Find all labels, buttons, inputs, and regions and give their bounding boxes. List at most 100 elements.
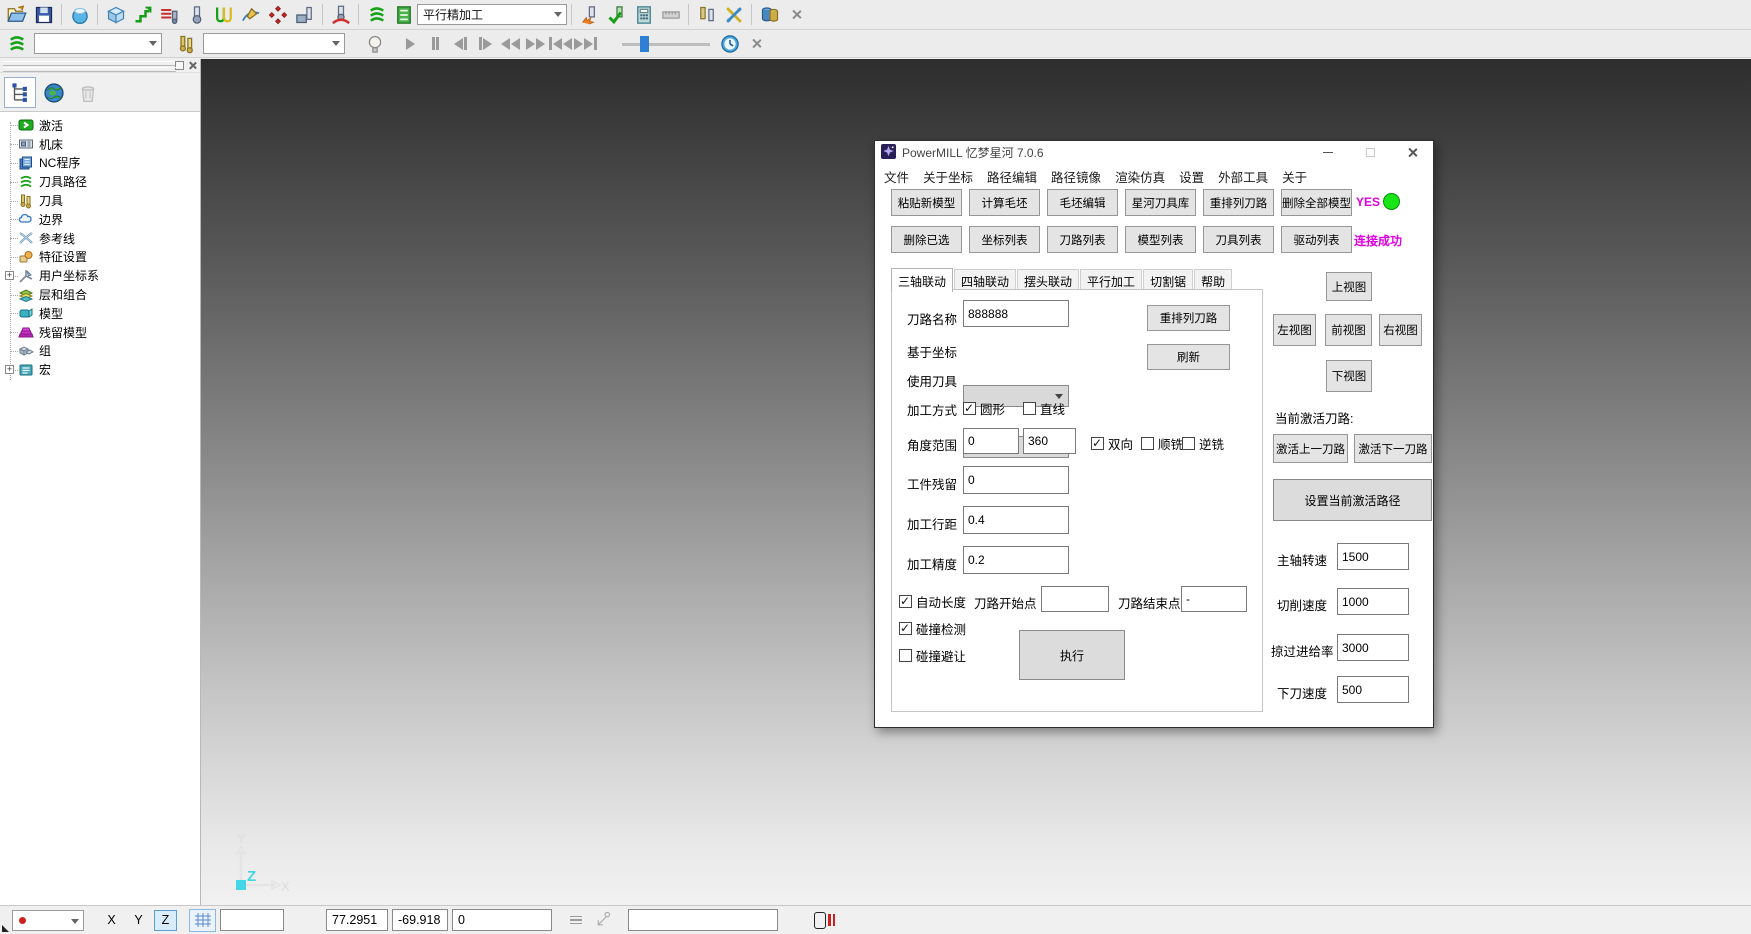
cursor-z-field[interactable]: 0	[452, 909, 552, 931]
conventional-checkbox[interactable]: 逆铣	[1182, 434, 1224, 453]
tool-pair-icon[interactable]	[693, 2, 720, 27]
tree-item-feature-set[interactable]: 特征设置	[0, 248, 200, 267]
angle-start-input[interactable]	[963, 428, 1019, 454]
cylinders-icon[interactable]	[756, 2, 783, 27]
coord-list-button[interactable]: 坐标列表	[969, 226, 1040, 253]
checkbox-icon[interactable]	[1182, 437, 1195, 450]
cross-arrows-icon[interactable]	[720, 2, 747, 27]
leads-icon[interactable]	[210, 2, 237, 27]
axis-y-button[interactable]: Y	[127, 910, 150, 931]
tree-item-boundary[interactable]: 边界	[0, 210, 200, 229]
cutting-feed-input[interactable]	[1337, 588, 1409, 615]
panel-float-icon[interactable]	[175, 61, 184, 70]
pause-icon[interactable]	[423, 32, 448, 55]
angle-end-input[interactable]	[1023, 428, 1076, 454]
tolerance-input[interactable]	[963, 546, 1069, 574]
expand-icon[interactable]	[5, 365, 14, 374]
checkbox-icon[interactable]	[1023, 402, 1036, 415]
checkbox-checked-icon[interactable]	[963, 402, 976, 415]
tree-item-ucs[interactable]: 用户坐标系	[0, 266, 200, 285]
checkbox-icon[interactable]	[899, 649, 912, 662]
panel-grip[interactable]	[0, 59, 200, 73]
checkbox-icon[interactable]	[1141, 437, 1154, 450]
jump-start-icon[interactable]	[548, 32, 573, 55]
view-right-button[interactable]: 右视图	[1379, 314, 1422, 346]
close-icon[interactable]	[743, 31, 770, 56]
tool-ball-icon[interactable]	[183, 2, 210, 27]
tree-item-stock-model[interactable]: 残留模型	[0, 323, 200, 342]
strategy-book-icon[interactable]	[390, 2, 417, 27]
view-left-button[interactable]: 左视图	[1273, 314, 1316, 346]
tree-item-group[interactable]: 组	[0, 342, 200, 361]
execute-button[interactable]: 执行	[1019, 630, 1125, 680]
tool-star-icon[interactable]	[576, 2, 603, 27]
tool-combobox[interactable]	[203, 33, 345, 54]
toolpath-s-icon[interactable]	[3, 31, 30, 56]
climb-checkbox[interactable]: 顺铣	[1141, 434, 1183, 453]
feature-block-icon[interactable]	[291, 2, 318, 27]
tree-item-nc-program[interactable]: NC程序	[0, 154, 200, 173]
tab-3axis[interactable]: 三轴联动	[891, 268, 953, 292]
stepover-input[interactable]	[963, 506, 1069, 534]
rearrange-button[interactable]: 重排列刀路	[1147, 305, 1230, 331]
delete-all-models-button[interactable]: 删除全部模型	[1281, 189, 1352, 216]
set-active-path-button[interactable]: 设置当前激活路径	[1273, 479, 1432, 521]
probe-axis-icon[interactable]	[596, 909, 614, 932]
panel-close-icon[interactable]	[188, 61, 197, 70]
start-point-input[interactable]	[1041, 586, 1109, 612]
collision-avoid-checkbox[interactable]: 碰撞避让	[899, 646, 966, 665]
play-icon[interactable]	[398, 32, 423, 55]
checkbox-checked-icon[interactable]	[1091, 437, 1104, 450]
menu-render-sim[interactable]: 渲染仿真	[1108, 167, 1172, 186]
view-bottom-button[interactable]: 下视图	[1326, 360, 1372, 392]
maximize-button[interactable]	[1349, 141, 1391, 164]
stock-edit-button[interactable]: 毛坯编辑	[1047, 189, 1118, 216]
shading-icon[interactable]	[66, 2, 93, 27]
end-point-input[interactable]	[1181, 586, 1247, 612]
step-forward-icon[interactable]	[473, 32, 498, 55]
line-checkbox[interactable]: 直线	[1023, 399, 1065, 418]
message-field[interactable]	[628, 909, 778, 931]
cursor-x-field[interactable]: 77.2951	[326, 909, 388, 931]
auto-length-checkbox[interactable]: 自动长度	[899, 592, 966, 611]
tree-item-toolpath[interactable]: 刀具路径	[0, 172, 200, 191]
delete-selected-button[interactable]: 删除已选	[891, 226, 962, 253]
bidirectional-checkbox[interactable]: 双向	[1091, 434, 1133, 453]
tree-item-levels[interactable]: 层和组合	[0, 285, 200, 304]
drive-list-button[interactable]: 驱动列表	[1281, 226, 1352, 253]
save-icon[interactable]	[30, 2, 57, 27]
spindle-speed-input[interactable]	[1337, 543, 1409, 570]
trash-icon[interactable]	[72, 77, 104, 108]
pattern-icon[interactable]	[237, 2, 264, 27]
toolpath-wizard-icon[interactable]	[129, 2, 156, 27]
tool-list-button[interactable]: 刀具列表	[1203, 226, 1274, 253]
clock-icon[interactable]	[716, 31, 743, 56]
rearrange-toolpaths-button[interactable]: 重排列刀路	[1203, 189, 1274, 216]
slider-handle[interactable]	[640, 36, 649, 52]
tree-item-machine[interactable]: 机床	[0, 135, 200, 154]
grid-snap-icon[interactable]	[189, 909, 216, 932]
menu-path-mirror[interactable]: 路径镜像	[1044, 167, 1108, 186]
jump-end-icon[interactable]	[573, 32, 598, 55]
lightbulb-icon[interactable]	[361, 31, 388, 56]
activate-next-button[interactable]: 激活下一刀路	[1354, 434, 1432, 463]
world-icon[interactable]	[38, 77, 70, 108]
tree-item-activate[interactable]: 激活	[0, 116, 200, 135]
coord-list-icon[interactable]	[570, 916, 582, 925]
menu-about[interactable]: 关于	[1275, 167, 1314, 186]
dialog-titlebar[interactable]: PowerMILL 忆梦星河 7.0.6	[875, 141, 1433, 164]
skim-feed-input[interactable]	[1337, 634, 1409, 661]
checkbox-checked-icon[interactable]	[899, 595, 912, 608]
tree-item-tool[interactable]: 刀具	[0, 191, 200, 210]
rewind-icon[interactable]	[498, 32, 523, 55]
strategy-combobox[interactable]: 平行精加工	[417, 4, 567, 25]
collision-check-icon[interactable]	[327, 2, 354, 27]
menu-settings[interactable]: 设置	[1172, 167, 1211, 186]
view-front-button[interactable]: 前视图	[1325, 314, 1372, 346]
toolpath-name-input[interactable]	[963, 300, 1069, 327]
tool-verify-icon[interactable]	[603, 2, 630, 27]
view-top-button[interactable]: 上视图	[1326, 272, 1372, 301]
menu-file[interactable]: 文件	[877, 167, 916, 186]
toolpath-combobox[interactable]	[34, 33, 162, 54]
expand-icon[interactable]	[5, 271, 14, 280]
